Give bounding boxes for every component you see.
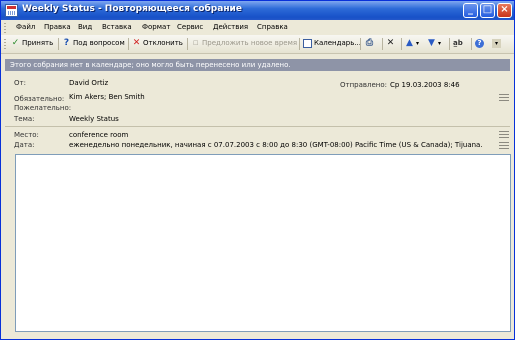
info-bar: Этого собрания нет в календаре; оно могл…	[5, 59, 510, 71]
subject-value: Weekly Status	[69, 115, 119, 123]
accept-label: Принять	[22, 39, 54, 47]
minimize-button[interactable]: _	[463, 3, 478, 18]
decline-button[interactable]: ✕ Отклонить	[132, 37, 183, 50]
print-button[interactable]: ⎙	[365, 37, 376, 50]
menu-actions[interactable]: Действия	[213, 23, 248, 31]
required-value[interactable]: Kim Akers; Ben Smith	[69, 93, 145, 101]
window-title: Weekly Status - Повторяющееся собрание	[22, 4, 242, 14]
from-label: От:	[14, 79, 26, 87]
toolbar-separator	[299, 38, 300, 50]
previous-item-button[interactable]: ▲ ▾	[405, 37, 419, 50]
required-scroll-icon[interactable]	[499, 94, 509, 102]
close-button[interactable]: ×	[497, 3, 512, 18]
question-icon: ?	[63, 37, 70, 48]
propose-icon: ▫	[192, 37, 199, 48]
up-arrow-icon: ▲	[406, 37, 413, 48]
tentative-label: Под вопросом	[73, 39, 125, 47]
required-label: Обязательно:	[14, 95, 65, 103]
toolbar-separator	[401, 38, 402, 50]
help-button[interactable]: ?	[475, 37, 486, 50]
delete-button[interactable]: ✕	[386, 37, 397, 50]
location-label: Место:	[14, 131, 39, 139]
date-label: Дата:	[14, 141, 35, 149]
date-value: еженедельно понедельник, начиная с 07.07…	[69, 141, 483, 149]
toolbar-separator	[128, 38, 129, 50]
menu-insert[interactable]: Вставка	[102, 23, 132, 31]
accept-button[interactable]: ✓ Принять	[11, 37, 54, 50]
maximize-button[interactable]: □	[480, 3, 495, 18]
toolbar-grip-icon	[4, 39, 6, 49]
dropdown-arrow-icon: ▾	[416, 40, 420, 47]
menu-grip-icon	[4, 23, 6, 33]
from-value[interactable]: David Ortiz	[69, 79, 108, 87]
toolbar-separator	[187, 38, 188, 50]
menu-tools[interactable]: Сервис	[177, 23, 203, 31]
sent-value: Ср 19.03.2003 8:46	[390, 81, 460, 89]
spelling-icon: a̲b	[453, 38, 463, 47]
next-item-button[interactable]: ▼ ▾	[427, 37, 441, 50]
toolbar: ✓ Принять ? Под вопросом ✕ Отклонить ▫ Предл…	[1, 35, 514, 54]
meeting-window: Weekly Status - Повторяющееся собрание _…	[0, 0, 515, 340]
help-icon: ?	[475, 38, 484, 48]
print-icon: ⎙	[365, 37, 374, 48]
header-divider	[5, 126, 510, 127]
menu-edit[interactable]: Правка	[44, 23, 71, 31]
check-icon: ✓	[11, 37, 20, 48]
toolbar-options-icon: ▾	[492, 38, 501, 48]
propose-time-button[interactable]: ▫ Предложить новое время	[191, 37, 297, 50]
delete-icon: ✕	[386, 37, 395, 48]
subject-label: Тема:	[14, 115, 35, 123]
propose-label: Предложить новое время	[202, 39, 298, 47]
down-arrow-icon: ▼	[428, 37, 435, 48]
menu-file[interactable]: Файл	[16, 23, 35, 31]
x-icon: ✕	[132, 37, 141, 48]
calendar-small-icon	[303, 38, 312, 48]
toolbar-separator	[58, 38, 59, 50]
calendar-icon	[5, 4, 18, 17]
calendar-label: Календарь...	[314, 39, 361, 47]
dropdown-arrow-icon: ▾	[438, 40, 442, 47]
spelling-button[interactable]: a̲b	[453, 37, 464, 50]
menu-format[interactable]: Формат	[142, 23, 170, 31]
toolbar-options-button[interactable]: ▾	[492, 37, 503, 50]
location-value: conference room	[69, 131, 129, 139]
details-scroll-icon[interactable]	[499, 131, 509, 139]
decline-label: Отклонить	[143, 39, 183, 47]
sent-label: Отправлено:	[340, 81, 388, 89]
toolbar-separator	[382, 38, 383, 50]
toolbar-separator	[471, 38, 472, 50]
tentative-button[interactable]: ? Под вопросом	[62, 37, 125, 50]
toolbar-separator	[449, 38, 450, 50]
menu-view[interactable]: Вид	[78, 23, 92, 31]
message-body[interactable]	[15, 154, 511, 332]
menu-bar: Файл Правка Вид Вставка Формат Сервис Де…	[1, 20, 514, 35]
details-scroll-icon[interactable]	[499, 142, 509, 150]
title-bar[interactable]: Weekly Status - Повторяющееся собрание _…	[1, 1, 514, 20]
menu-help[interactable]: Справка	[257, 23, 288, 31]
optional-label: Пожелательно:	[14, 104, 72, 112]
toolbar-separator	[360, 38, 361, 50]
calendar-button[interactable]: Календарь...	[303, 37, 361, 50]
